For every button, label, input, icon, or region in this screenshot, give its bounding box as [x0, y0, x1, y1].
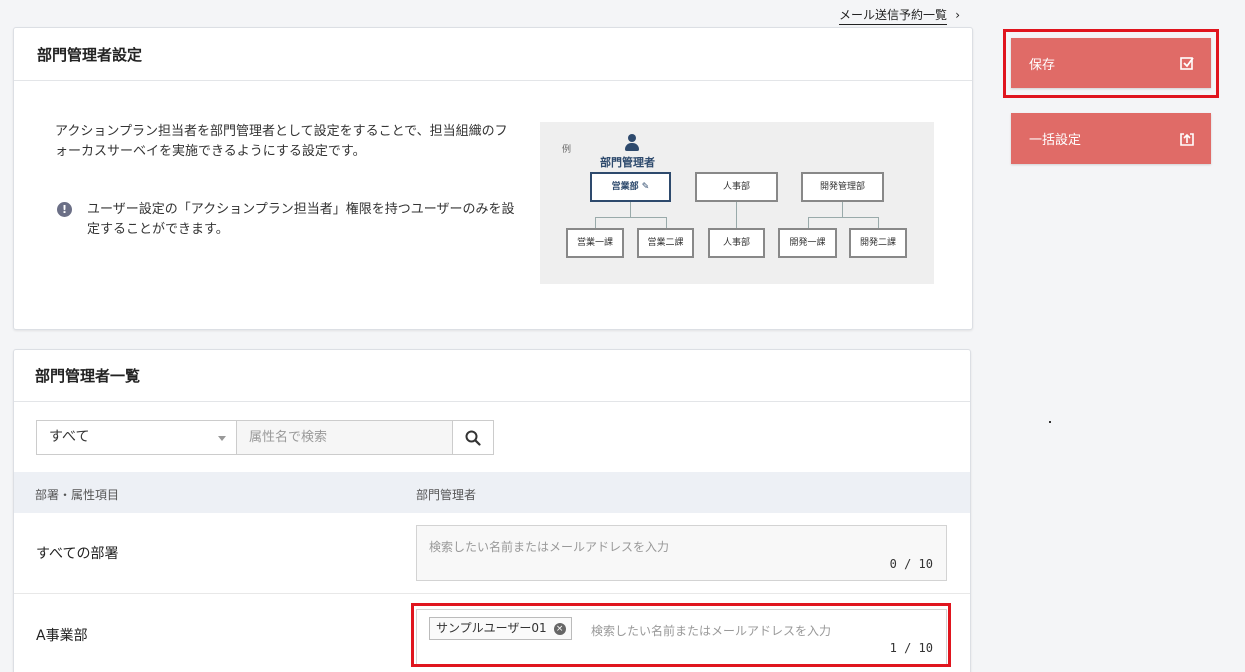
search-icon: [465, 430, 481, 446]
row-label: A事業部: [36, 628, 88, 644]
filter-row: すべて: [36, 420, 494, 455]
manager-search-placeholder: 検索したい名前またはメールアドレスを入力: [591, 624, 832, 638]
attribute-search-input[interactable]: [236, 420, 453, 455]
column-header-department: 部署・属性項目: [35, 488, 120, 502]
page: メール送信予約一覧 › 部門管理者設定 アクションプラン担当者を部門管理者として…: [0, 0, 1245, 672]
diagram-subunit-dev-2: 開発二課: [849, 228, 907, 258]
settings-note-text: ユーザー設定の「アクションプラン担当者」権限を持つユーザーのみを設定することがで…: [87, 202, 515, 237]
manager-list-title: 部門管理者一覧: [14, 350, 970, 402]
attribute-filter-value: すべて: [49, 429, 90, 445]
search-button[interactable]: [453, 420, 494, 455]
diagram-unit-hr: 人事部: [695, 172, 778, 202]
diagram-manager-label: 部門管理者: [600, 156, 655, 169]
table-row: すべての部署 検索したい名前またはメールアドレスを入力 0 / 10: [14, 513, 970, 594]
save-button[interactable]: 保存: [1011, 38, 1211, 88]
manager-tag: サンプルユーザー01 ×: [429, 617, 572, 640]
column-header-manager: 部門管理者: [416, 488, 477, 502]
person-icon: [624, 134, 640, 154]
manager-count: 1 / 10: [889, 641, 933, 655]
table-row: A事業部 サンプルユーザー01 × 検索したい名前またはメールアドレスを入力 1…: [14, 594, 970, 672]
chevron-right-icon: ›: [955, 8, 961, 22]
manager-list-card: 部門管理者一覧 すべて 部署・属性項目 部門管理者 すべての部署 検索したい名前…: [13, 349, 971, 672]
upload-icon: [1180, 132, 1194, 146]
diagram-subunit-dev-1: 開発一課: [778, 228, 837, 258]
attribute-filter-select[interactable]: すべて: [36, 420, 236, 455]
table-header: 部署・属性項目 部門管理者: [14, 472, 970, 513]
stray-dot: [1049, 421, 1051, 423]
manager-search-field[interactable]: 検索したい名前またはメールアドレスを入力 0 / 10: [416, 525, 947, 581]
manager-search-field[interactable]: サンプルユーザー01 × 検索したい名前またはメールアドレスを入力 1 / 10: [416, 609, 947, 665]
diagram-subunit-sales-2: 営業二課: [637, 228, 694, 258]
caret-down-icon: [218, 436, 226, 441]
bulk-setting-button-label: 一括設定: [1029, 133, 1082, 148]
bulk-setting-button[interactable]: 一括設定: [1011, 113, 1211, 164]
exclamation-icon: !: [57, 202, 72, 217]
remove-tag-icon[interactable]: ×: [553, 623, 566, 635]
settings-note: ! ユーザー設定の「アクションプラン担当者」権限を持つユーザーのみを設定すること…: [55, 200, 515, 240]
manager-tag-label: サンプルユーザー01: [436, 621, 547, 635]
diagram-unit-sales: 営業部 ✎: [590, 172, 671, 202]
mail-schedule-link-label: メール送信予約一覧: [839, 8, 948, 22]
diagram-subunit-hr: 人事部: [708, 228, 765, 258]
settings-card: 部門管理者設定 アクションプラン担当者を部門管理者として設定をすることで、担当組…: [13, 27, 973, 330]
save-button-label: 保存: [1029, 57, 1056, 73]
manager-count: 0 / 10: [889, 557, 933, 571]
diagram-example-label: 例: [562, 145, 572, 155]
diagram-unit-dev-mgmt: 開発管理部: [801, 172, 884, 202]
row-label: すべての部署: [36, 546, 119, 562]
manager-search-placeholder: 検索したい名前またはメールアドレスを入力: [429, 540, 670, 554]
org-diagram: 例 部門管理者 営業部 ✎ 人事部 開発管理部 営業一課 営業二課 人事部 開発…: [540, 122, 934, 284]
diagram-subunit-sales-1: 営業一課: [566, 228, 624, 258]
settings-description: アクションプラン担当者を部門管理者として設定をすることで、担当組織のフォーカスサ…: [55, 124, 508, 159]
checkbox-icon: [1180, 57, 1194, 70]
settings-card-title: 部門管理者設定: [14, 28, 972, 81]
mail-schedule-link[interactable]: メール送信予約一覧 ›: [839, 8, 960, 25]
